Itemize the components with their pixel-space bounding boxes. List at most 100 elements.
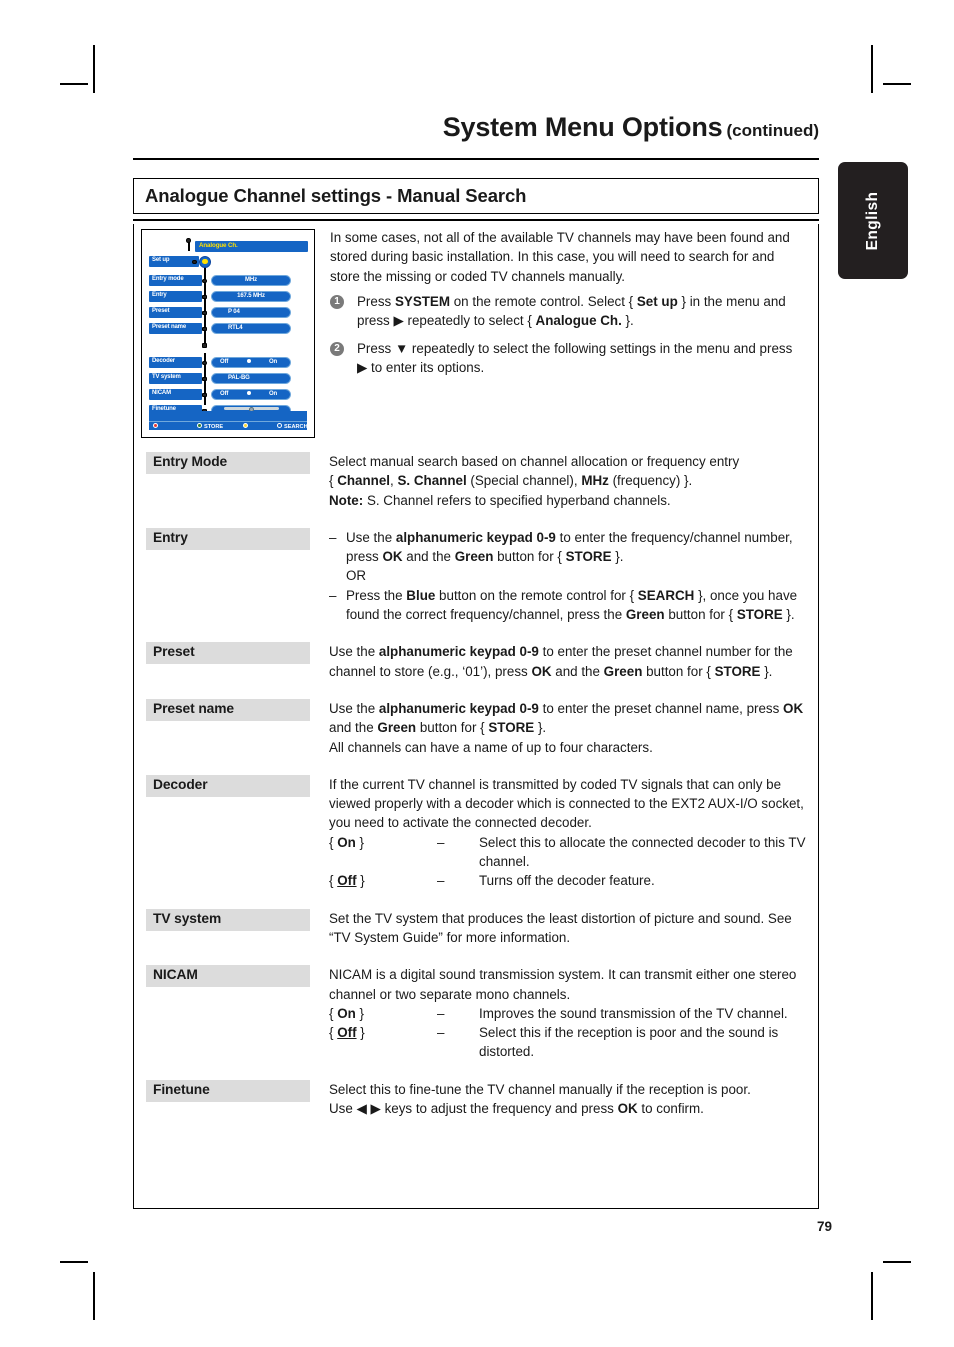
page-title-block: System Menu Options (continued) bbox=[133, 112, 819, 143]
definition-description: Select manual search based on channel al… bbox=[310, 452, 814, 510]
osd-row-label-nicam[interactable]: NICAM bbox=[149, 389, 202, 400]
osd-row-label-preset[interactable]: Preset bbox=[149, 307, 202, 318]
osd-spine-top bbox=[188, 241, 190, 251]
osd-nicam-radio-dot[interactable] bbox=[247, 391, 251, 396]
osd-value-entry-pill[interactable]: 167.5 MHz bbox=[211, 291, 291, 302]
osd-key-blue-dot[interactable] bbox=[277, 423, 282, 428]
language-tab: English bbox=[838, 162, 908, 279]
definition-row: Preset name Use the alphanumeric keypad … bbox=[146, 698, 814, 757]
crop-mark-bottom-left-vertical bbox=[93, 1272, 95, 1320]
osd-node-preset bbox=[202, 310, 207, 315]
definition-line: Select manual search based on channel al… bbox=[329, 454, 740, 469]
definition-description: Select this to fine-tune the TV channel … bbox=[310, 1080, 814, 1119]
definition-description: Use the alphanumeric keypad 0-9 to enter… bbox=[310, 642, 814, 681]
osd-value-preset-pill[interactable]: P 04 bbox=[211, 307, 291, 318]
section-heading-box: Analogue Channel settings - Manual Searc… bbox=[133, 178, 819, 214]
osd-key-green-label: STORE bbox=[204, 423, 224, 430]
numbered-steps: 1 Press SYSTEM on the remote control. Se… bbox=[330, 292, 805, 385]
definition-description: Set the TV system that produces the leas… bbox=[310, 909, 814, 948]
settings-definition-list: Entry Mode Select manual search based on… bbox=[146, 452, 814, 1118]
definition-option-row: { On } – Improves the sound transmission… bbox=[329, 1004, 814, 1023]
osd-value-decoder-on: On bbox=[268, 359, 278, 366]
osd-label-preset: Preset bbox=[152, 308, 170, 315]
osd-value-preset-name: RTL4 bbox=[228, 325, 243, 332]
crop-mark-top-left-horizontal bbox=[60, 83, 88, 85]
osd-label-entry: Entry bbox=[152, 292, 167, 299]
definition-row: Decoder If the current TV channel is tra… bbox=[146, 774, 814, 891]
definition-bullet: – Press the Blue button on the remote co… bbox=[329, 586, 814, 625]
definition-option-row: { Off } – Select this if the reception i… bbox=[329, 1023, 814, 1062]
option-description: Select this if the reception is poor and… bbox=[479, 1025, 779, 1060]
osd-value-decoder-pill[interactable]: Off On bbox=[211, 357, 291, 368]
osd-value-tv-system-pill[interactable]: PAL-BG bbox=[211, 373, 291, 384]
crop-mark-top-right-vertical bbox=[871, 45, 873, 93]
osd-value-preset: P 04 bbox=[228, 309, 240, 316]
definition-option-row: { On } – Select this to allocate the con… bbox=[329, 833, 814, 872]
definition-bullet: OR bbox=[329, 566, 814, 585]
osd-node-tv-system bbox=[202, 376, 207, 381]
definition-term: TV system bbox=[146, 908, 310, 931]
tv-osd-screenshot: Analogue Ch. Set up Entry mode MHz Entry… bbox=[141, 229, 315, 438]
osd-row-label-tv-system[interactable]: TV system bbox=[149, 373, 202, 384]
osd-row-label-decoder[interactable]: Decoder bbox=[149, 357, 202, 368]
definition-description: – Use the alphanumeric keypad 0-9 to ent… bbox=[310, 528, 814, 624]
definition-term: Decoder bbox=[146, 774, 310, 797]
definition-description: NICAM is a digital sound transmission sy… bbox=[310, 965, 814, 1061]
osd-row-label-preset-name[interactable]: Preset name bbox=[149, 323, 202, 334]
crop-mark-top-left-vertical bbox=[93, 45, 95, 93]
definition-line: If the current TV channel is transmitted… bbox=[329, 776, 804, 831]
definition-line: Note: S. Channel refers to specified hyp… bbox=[329, 492, 671, 508]
osd-value-entry-mode-pill[interactable]: MHz bbox=[211, 275, 291, 286]
bullet-text: OR bbox=[346, 568, 367, 584]
definition-description: Use the alphanumeric keypad 0-9 to enter… bbox=[310, 699, 814, 757]
option-description: Select this to allocate the connected de… bbox=[479, 834, 806, 870]
osd-key-yellow-dot[interactable] bbox=[243, 423, 248, 428]
osd-decoder-radio-dot[interactable] bbox=[247, 359, 251, 364]
definition-term: Finetune bbox=[146, 1079, 310, 1102]
option-dash: – bbox=[437, 834, 445, 850]
option-token: { Off } bbox=[329, 873, 365, 889]
osd-value-preset-name-pill[interactable]: RTL4 bbox=[211, 323, 291, 334]
osd-value-decoder-off: Off bbox=[220, 359, 229, 366]
definition-row: Entry – Use the alphanumeric keypad 0-9 … bbox=[146, 527, 814, 624]
osd-node-nicam bbox=[202, 392, 207, 397]
osd-label-decoder: Decoder bbox=[152, 358, 175, 365]
definition-term: Preset name bbox=[146, 698, 310, 721]
definition-option-row: { Off } – Turns off the decoder feature. bbox=[329, 871, 814, 890]
osd-label-tv-system: TV system bbox=[152, 374, 181, 381]
step-number-badge: 2 bbox=[330, 341, 344, 356]
definition-term: Entry bbox=[146, 527, 310, 550]
page-number: 79 bbox=[816, 1219, 832, 1234]
osd-title-text: Analogue Ch. bbox=[199, 242, 238, 249]
definition-line: NICAM is a digital sound transmission sy… bbox=[329, 967, 797, 1002]
bullet-dash: – bbox=[329, 529, 337, 545]
osd-node-setup bbox=[192, 259, 197, 264]
crop-mark-bottom-right-horizontal bbox=[883, 1261, 911, 1263]
osd-key-blue-label: SEARCH bbox=[284, 423, 308, 430]
crop-mark-top-right-horizontal bbox=[883, 83, 911, 85]
osd-value-tv-system: PAL-BG bbox=[228, 375, 250, 382]
step-number-badge: 1 bbox=[330, 295, 344, 309]
bullet-dash: – bbox=[329, 587, 337, 603]
osd-title-bar: Analogue Ch. bbox=[195, 241, 308, 252]
step-text: Press SYSTEM on the remote control. Sele… bbox=[357, 294, 786, 329]
osd-node-decoder bbox=[202, 360, 207, 365]
osd-label-nicam: NICAM bbox=[152, 390, 171, 397]
definition-row: Finetune Select this to fine-tune the TV… bbox=[146, 1079, 814, 1119]
osd-value-nicam-off: Off bbox=[220, 391, 229, 398]
definition-line: Use the alphanumeric keypad 0-9 to enter… bbox=[329, 700, 804, 736]
option-description: Improves the sound transmission of the T… bbox=[479, 1005, 788, 1021]
osd-key-green-dot[interactable] bbox=[197, 423, 202, 428]
definition-bullet: – Use the alphanumeric keypad 0-9 to ent… bbox=[329, 528, 814, 567]
definition-row: NICAM NICAM is a digital sound transmiss… bbox=[146, 965, 814, 1061]
osd-row-label-entry-mode[interactable]: Entry mode bbox=[149, 275, 202, 286]
definition-term: Preset bbox=[146, 642, 310, 665]
page-title: System Menu Options bbox=[442, 112, 723, 142]
definition-line: All channels can have a name of up to fo… bbox=[329, 739, 653, 755]
osd-node-entry-mode bbox=[202, 278, 207, 283]
osd-row-setup-label: Set up bbox=[152, 257, 170, 264]
osd-row-label-entry[interactable]: Entry bbox=[149, 291, 202, 302]
osd-value-nicam-pill[interactable]: Off On bbox=[211, 389, 291, 400]
osd-key-red-dot[interactable] bbox=[153, 423, 158, 428]
definition-row: Preset Use the alphanumeric keypad 0-9 t… bbox=[146, 642, 814, 681]
